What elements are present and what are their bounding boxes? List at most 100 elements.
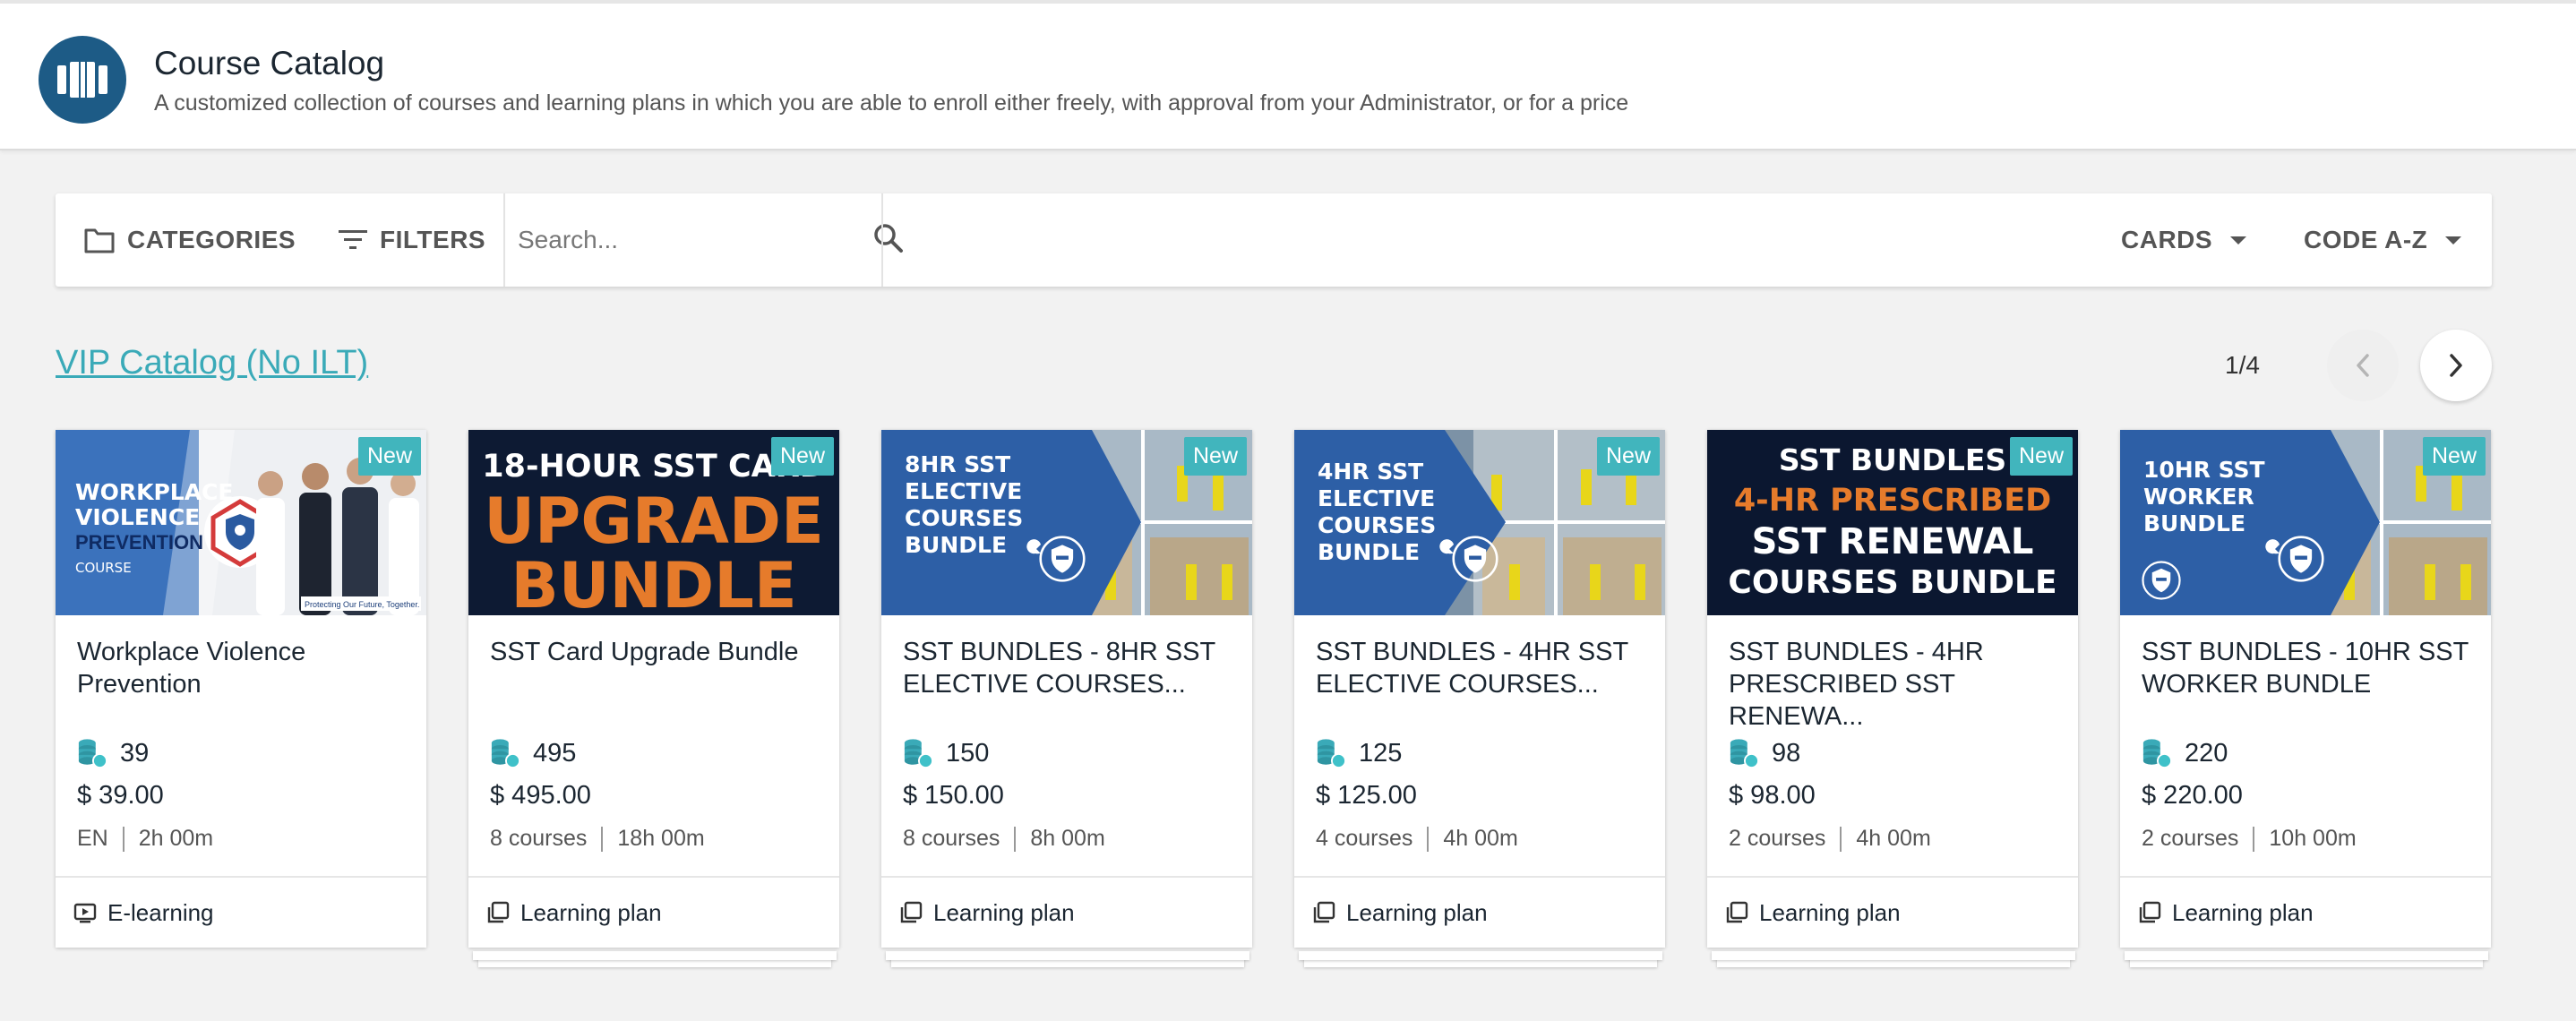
card-type: Learning plan	[468, 876, 839, 948]
learning-plan-icon	[1725, 901, 1748, 924]
card-duration: 8h 00m	[1030, 826, 1105, 851]
card-course-count: 4 courses	[1316, 826, 1413, 851]
card-price: $ 220.00	[2142, 781, 2243, 810]
card-stack-shadow	[473, 951, 837, 960]
card-course-count: 8 courses	[903, 826, 1000, 851]
sort-dropdown[interactable]: CODE A-Z	[2304, 193, 2462, 287]
card-meta: 8 courses 8h 00m	[903, 826, 1105, 852]
thumbnail-text: 8HR SST ELECTIVE COURSES BUNDLE	[905, 451, 1024, 558]
card-title[interactable]: SST BUNDLES - 8HR SST ELECTIVE COURSES..…	[903, 636, 1234, 700]
course-card[interactable]: SST BUNDLES 4-HR PRESCRIBED SST RENEWAL …	[1707, 430, 2078, 948]
card-title[interactable]: SST BUNDLES - 10HR SST WORKER BUNDLE	[2142, 636, 2473, 700]
credits-value: 98	[1772, 738, 1801, 768]
page-title: Course Catalog	[154, 45, 385, 82]
filter-icon	[339, 230, 367, 249]
chevron-left-icon	[2357, 354, 2369, 377]
credits-value: 39	[120, 738, 150, 768]
elearning-icon	[73, 902, 97, 923]
card-type-label: Learning plan	[1759, 898, 1901, 926]
course-card[interactable]: 4HR SST ELECTIVE COURSES BUNDLE New SST …	[1294, 430, 1665, 948]
catalog-toolbar: CATEGORIES FILTERS CARDS CODE A-Z	[56, 193, 2492, 287]
learning-plan-icon	[2138, 901, 2161, 924]
card-duration: 10h 00m	[2269, 826, 2357, 851]
card-type-label: Learning plan	[933, 898, 1075, 926]
course-thumbnail: WORKPLACE VIOLENCE PREVENTION COURSE Pro…	[56, 430, 426, 615]
credits-icon	[77, 738, 107, 768]
new-badge: New	[770, 437, 834, 476]
card-credits: 39	[77, 738, 149, 768]
credits-icon	[1729, 738, 1759, 768]
credits-icon	[2142, 738, 2172, 768]
credits-value: 150	[946, 738, 990, 768]
card-type-label: Learning plan	[2172, 898, 2314, 926]
card-course-count: 2 courses	[1729, 826, 1826, 851]
card-title[interactable]: SST BUNDLES - 4HR PRESCRIBED SST RENEWA.…	[1729, 636, 2060, 733]
card-credits: 125	[1316, 738, 1402, 768]
page-header: Course Catalog A customized collection o…	[0, 0, 2576, 150]
card-credits: 495	[490, 738, 576, 768]
chevron-right-icon	[2450, 354, 2462, 377]
card-type-label: Learning plan	[1346, 898, 1488, 926]
page-description: A customized collection of courses and l…	[154, 90, 1629, 116]
meta-divider	[122, 826, 125, 852]
learning-plan-icon	[899, 901, 923, 924]
meta-divider	[1840, 826, 1842, 852]
card-meta: 2 courses 10h 00m	[2142, 826, 2357, 852]
caret-down-icon	[2230, 236, 2247, 245]
sort-label: CODE A-Z	[2304, 226, 2428, 253]
new-badge: New	[1596, 437, 1660, 476]
catalog-title-link[interactable]: VIP Catalog (No ILT)	[56, 344, 368, 382]
credits-value: 220	[2185, 738, 2228, 768]
search-input[interactable]	[518, 217, 822, 263]
course-card[interactable]: 10HR SST WORKER BUNDLE New SST BUNDLES -…	[2120, 430, 2491, 948]
card-stack-shadow	[886, 951, 1249, 960]
new-badge: New	[1183, 437, 1247, 476]
filters-label: FILTERS	[380, 226, 486, 253]
search-icon[interactable]	[872, 222, 905, 259]
learning-plan-icon	[486, 901, 510, 924]
card-title[interactable]: Workplace Violence Prevention	[77, 636, 408, 700]
thumbnail-text: WORKPLACE VIOLENCE PREVENTION COURSE	[75, 479, 234, 577]
card-title[interactable]: SST BUNDLES - 4HR SST ELECTIVE COURSES..…	[1316, 636, 1647, 700]
previous-page-button[interactable]	[2327, 330, 2399, 401]
filters-button[interactable]: FILTERS	[339, 193, 485, 287]
pager-indicator: 1/4	[2225, 351, 2260, 379]
course-card[interactable]: 18-HOUR SST CARD UPGRADE BUNDLE New SST …	[468, 430, 839, 948]
card-type: Learning plan	[2120, 876, 2491, 948]
meta-divider	[1427, 826, 1430, 852]
credits-icon	[490, 738, 520, 768]
card-price: $ 98.00	[1729, 781, 1816, 810]
course-thumbnail: 8HR SST ELECTIVE COURSES BUNDLE New	[881, 430, 1252, 615]
card-type: E-learning	[56, 876, 426, 948]
divider	[503, 193, 505, 287]
card-meta: 4 courses 4h 00m	[1316, 826, 1518, 852]
thumbnail-text: 18-HOUR SST CARD UPGRADE BUNDLE	[482, 449, 826, 616]
card-duration: 18h 00m	[617, 826, 705, 851]
card-type-label: Learning plan	[520, 898, 662, 926]
card-credits: 98	[1729, 738, 1800, 768]
card-price: $ 495.00	[490, 781, 591, 810]
thumbnail-text: 10HR SST WORKER BUNDLE	[2143, 457, 2265, 536]
course-card[interactable]: WORKPLACE VIOLENCE PREVENTION COURSE Pro…	[56, 430, 426, 948]
new-badge: New	[357, 437, 421, 476]
next-page-button[interactable]	[2420, 330, 2492, 401]
categories-button[interactable]: CATEGORIES	[84, 193, 296, 287]
view-mode-label: CARDS	[2121, 226, 2213, 253]
card-duration: 4h 00m	[1443, 826, 1518, 851]
credits-value: 495	[533, 738, 577, 768]
caret-down-icon	[2445, 236, 2462, 245]
course-thumbnail: SST BUNDLES 4-HR PRESCRIBED SST RENEWAL …	[1707, 430, 2078, 615]
card-price: $ 125.00	[1316, 781, 1417, 810]
thumbnail-tagline: Protecting Our Future, Together.	[305, 600, 420, 609]
view-mode-dropdown[interactable]: CARDS	[2121, 193, 2247, 287]
course-card[interactable]: 8HR SST ELECTIVE COURSES BUNDLE New SST …	[881, 430, 1252, 948]
folder-icon	[84, 228, 115, 253]
card-title[interactable]: SST Card Upgrade Bundle	[490, 636, 821, 668]
learning-plan-icon	[1312, 901, 1335, 924]
new-badge: New	[2422, 437, 2486, 476]
card-meta: EN 2h 00m	[77, 826, 213, 852]
card-stack-shadow	[1712, 951, 2075, 960]
card-price: $ 150.00	[903, 781, 1004, 810]
credits-value: 125	[1359, 738, 1403, 768]
credits-icon	[1316, 738, 1346, 768]
